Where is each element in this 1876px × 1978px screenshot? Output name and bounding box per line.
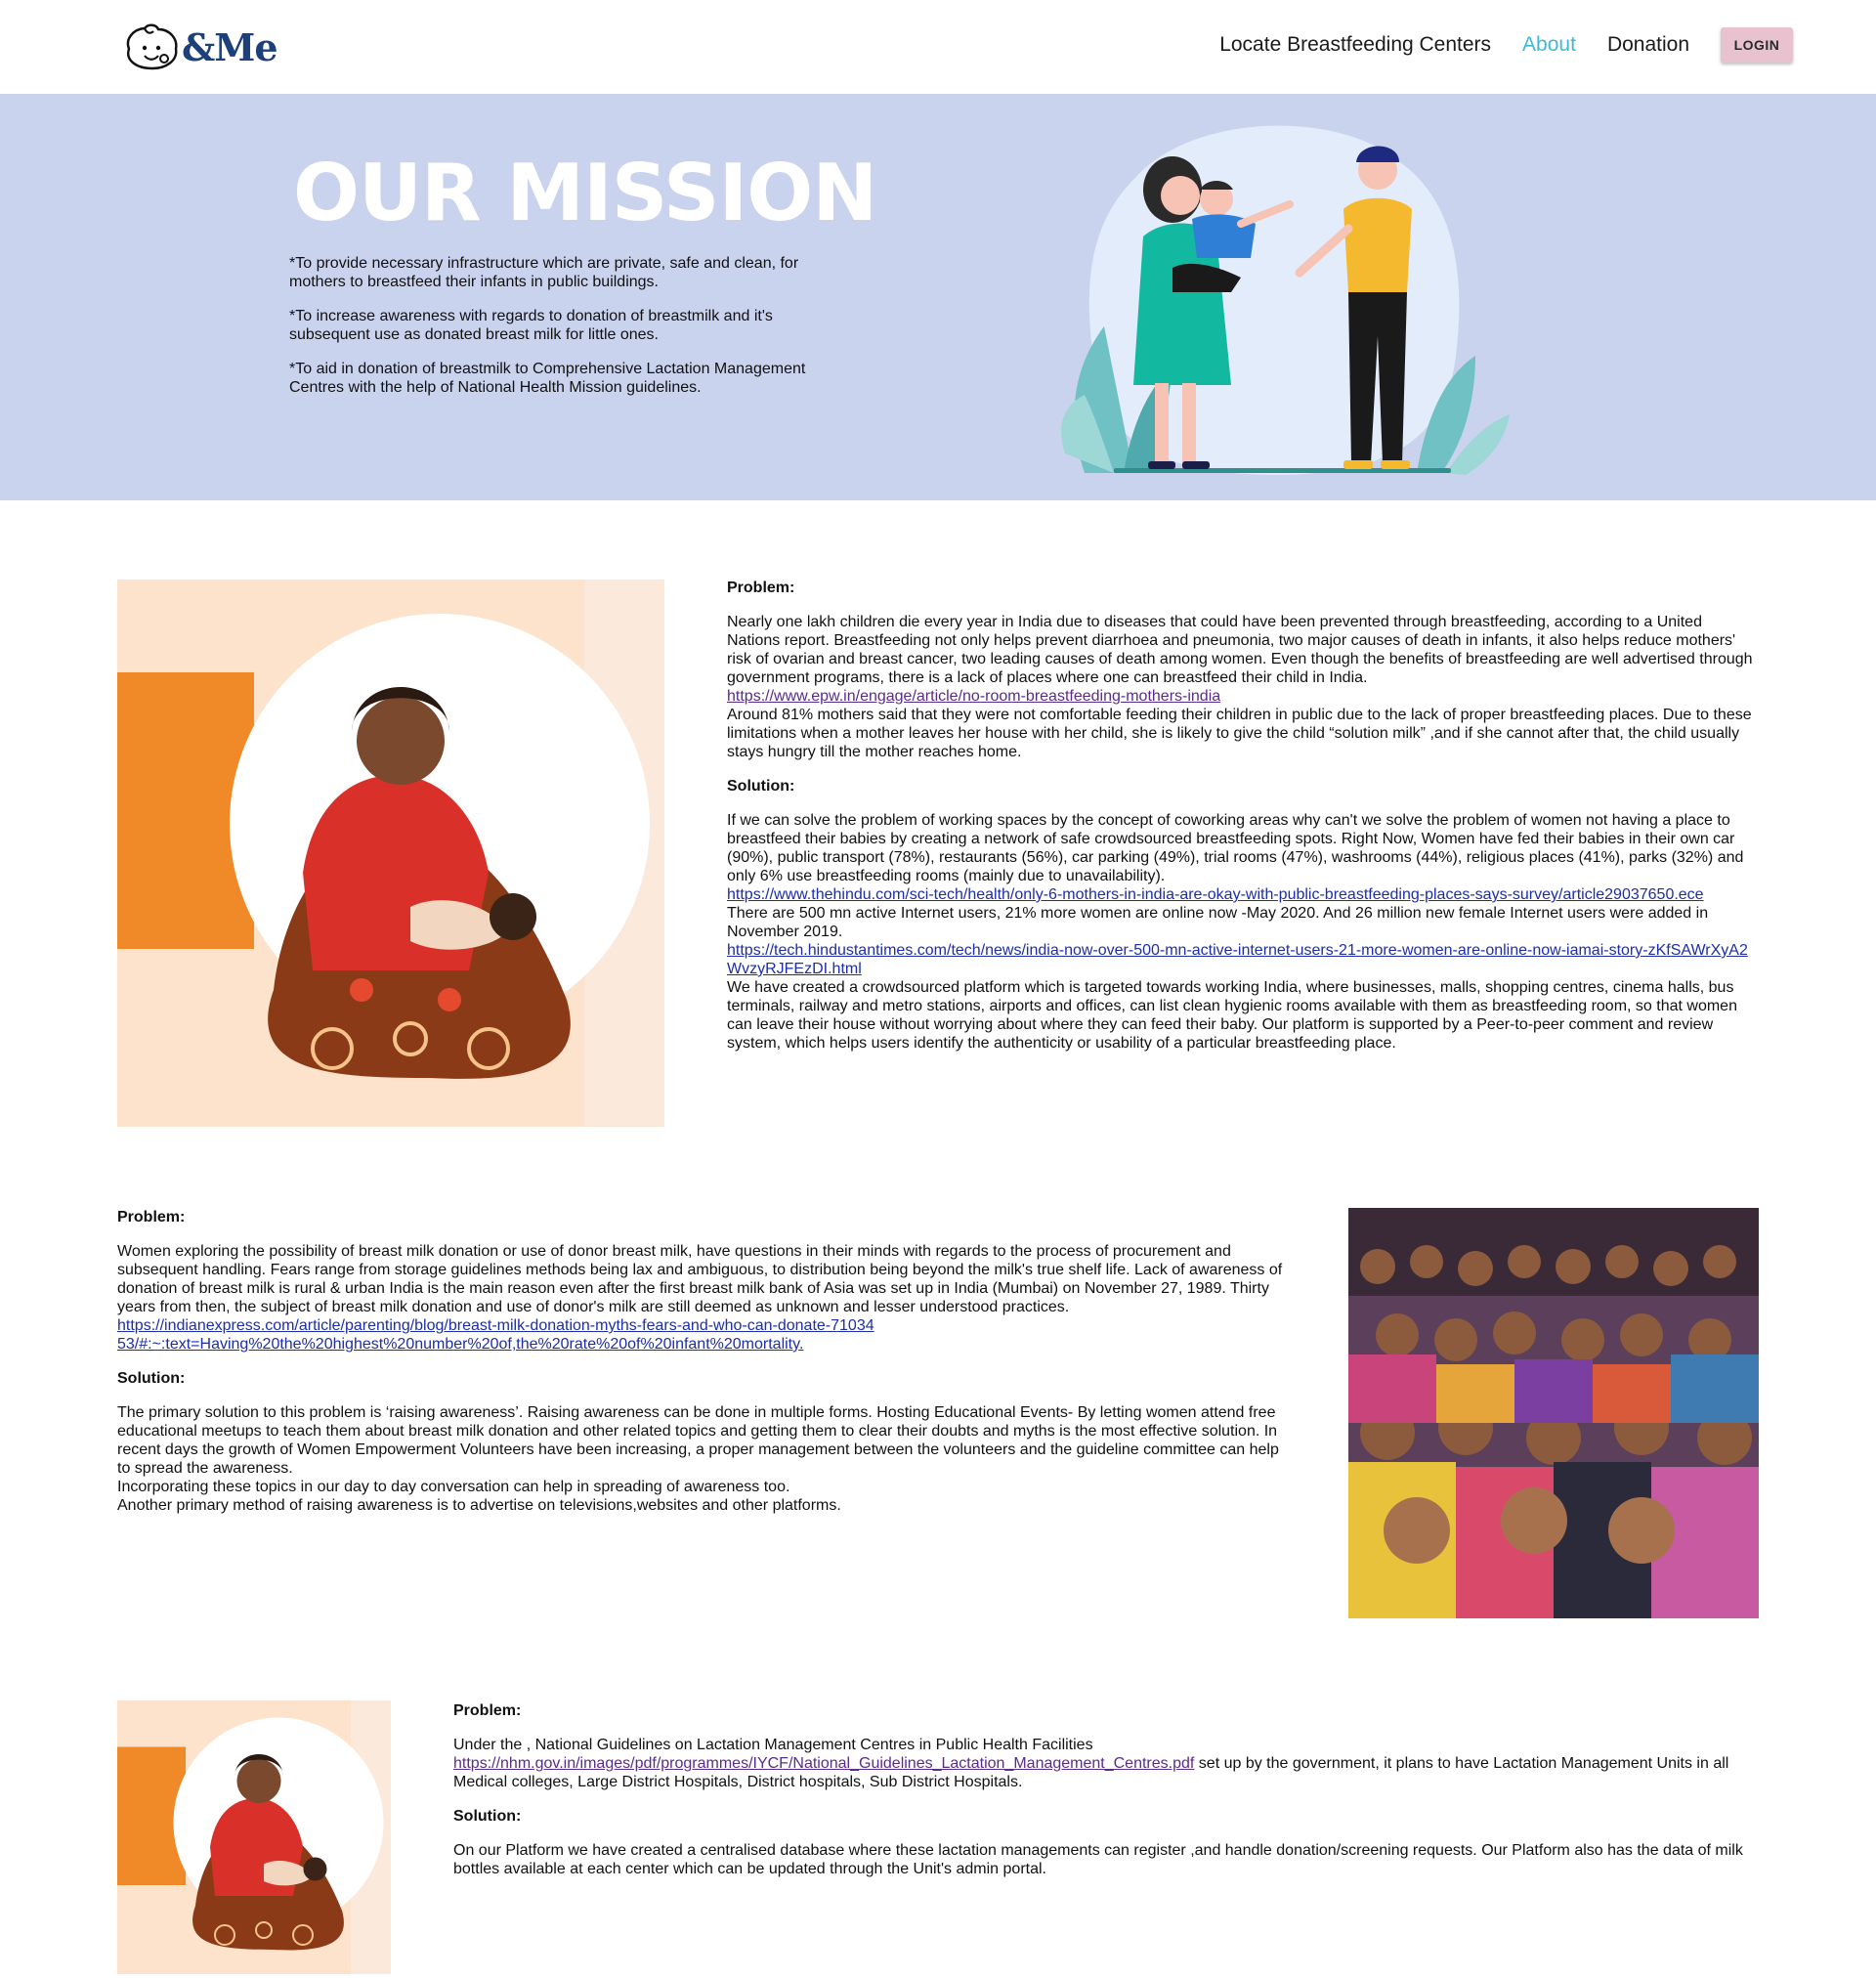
site-header: &Me Locate Breastfeeding Centers About D… (0, 0, 1876, 94)
mission-banner: OUR MISSION *To provide necessary infras… (0, 94, 1876, 500)
section1-text: Problem: Nearly one lakh children die ev… (727, 579, 1755, 1053)
login-button[interactable]: LOGIN (1721, 27, 1793, 63)
section1-solution-link1[interactable]: https://www.thehindu.com/sci-tech/health… (727, 886, 1704, 903)
section3-problem-text: Under the , National Guidelines on Lacta… (453, 1737, 1093, 1753)
section3-solution-heading: Solution: (453, 1808, 522, 1825)
mission-points: *To provide necessary infrastructure whi… (289, 254, 817, 412)
brand-logo[interactable]: &Me (121, 22, 278, 72)
section2-problem-link[interactable]: https://indianexpress.com/article/parent… (117, 1317, 874, 1353)
mission-point: *To increase awareness with regards to d… (289, 308, 773, 343)
mother-breastfeeding-image-small (117, 1700, 391, 1974)
women-gathering-photo (1348, 1208, 1759, 1618)
nav-about[interactable]: About (1522, 33, 1576, 57)
section1-solution-link2[interactable]: https://tech.hindustantimes.com/tech/new… (727, 942, 1748, 977)
nav-locate-centers[interactable]: Locate Breastfeeding Centers (1219, 33, 1491, 57)
section2-text: Problem: Women exploring the possibility… (117, 1208, 1290, 1515)
mission-point: *To aid in donation of breastmilk to Com… (289, 361, 806, 396)
section2-solution-heading: Solution: (117, 1370, 186, 1387)
section3-problem-heading: Problem: (453, 1702, 522, 1719)
section3-solution-text: On our Platform we have created a centra… (453, 1842, 1743, 1877)
section1-solution-text2: There are 500 mn active Internet users, … (727, 905, 1709, 940)
mission-title: OUR MISSION (293, 148, 877, 238)
section3-problem-link[interactable]: https://nhm.gov.in/images/pdf/programmes… (453, 1755, 1194, 1772)
section2-problem-heading: Problem: (117, 1209, 186, 1226)
mother-breastfeeding-illustration-small (117, 1700, 391, 1974)
section1-problem-heading: Problem: (727, 580, 795, 596)
section2-solution-text3: Another primary method of raising awaren… (117, 1497, 841, 1514)
section1-problem-text: Nearly one lakh children die every year … (727, 614, 1753, 686)
section2-solution-text2: Incorporating these topics in our day to… (117, 1479, 790, 1495)
section1-problem-text2: Around 81% mothers said that they were n… (727, 707, 1752, 760)
family-illustration (1061, 125, 1510, 475)
section2-problem-text: Women exploring the possibility of breas… (117, 1243, 1283, 1315)
main-nav: Locate Breastfeeding Centers About Donat… (1219, 27, 1793, 63)
section1-solution-heading: Solution: (727, 778, 795, 795)
mother-breastfeeding-image (117, 580, 664, 1127)
mission-point: *To provide necessary infrastructure whi… (289, 255, 799, 290)
section1-solution-text: If we can solve the problem of working s… (727, 812, 1744, 884)
mother-breastfeeding-illustration (117, 580, 664, 1127)
section3-text: Problem: Under the , National Guidelines… (453, 1701, 1755, 1878)
baby-face-icon (126, 23, 178, 70)
crowd-photo (1348, 1208, 1759, 1618)
section2-solution-text: The primary solution to this problem is … (117, 1404, 1279, 1477)
brand-name: &Me (182, 24, 278, 69)
nav-donation[interactable]: Donation (1607, 33, 1689, 57)
section1-problem-link[interactable]: https://www.epw.in/engage/article/no-roo… (727, 688, 1220, 705)
section1-solution-text3: We have created a crowdsourced platform … (727, 979, 1737, 1052)
